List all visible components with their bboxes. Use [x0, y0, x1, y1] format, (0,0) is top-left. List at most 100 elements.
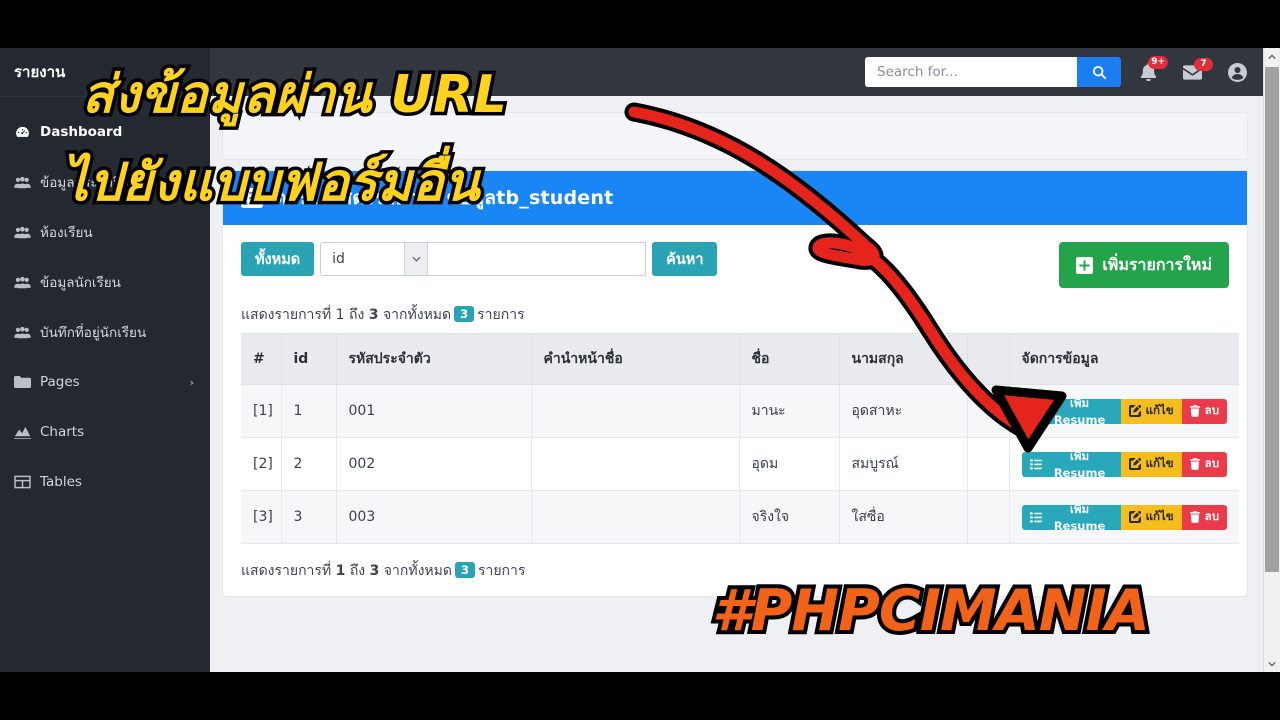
folder-icon — [14, 374, 31, 391]
add-resume-button[interactable]: เพิ่ม Resume — [1021, 449, 1121, 480]
add-new-button[interactable]: เพิ่มรายการใหม่ — [1059, 242, 1229, 288]
messages-badge: 7 — [1194, 57, 1213, 71]
letterbox-bottom — [0, 672, 1280, 720]
cell-spacer — [967, 437, 1010, 491]
trash-icon — [1189, 511, 1200, 523]
summary-top: แสดงรายการที่ 1 ถึง 3 จากทั้งหมด 3 รายการ — [241, 304, 1229, 326]
cell-no: [2] — [241, 437, 282, 491]
field-select[interactable]: id — [320, 242, 429, 276]
table-row: [2] 2 002 อุดม สมบูรณ์ เพิ่ม Resume แก้ไ… — [241, 437, 1239, 491]
sidebar-item-label: ห้องเรียน — [40, 225, 93, 241]
cell-lastname: อุดสาหะ — [839, 384, 968, 438]
cell-prefix — [531, 490, 740, 544]
summary-from: 1 — [335, 563, 346, 579]
sidebar-item-label: ข้อมูลประจำปีการศึกษา — [40, 175, 178, 191]
field-select-value: id — [332, 251, 345, 267]
sidebar-item-label: Charts — [40, 424, 85, 440]
summary-total-badge: 3 — [454, 306, 475, 322]
summary-to: 3 — [369, 563, 380, 579]
cell-spacer — [967, 490, 1010, 544]
search-icon — [1092, 65, 1107, 80]
edit-button[interactable]: แก้ไข — [1120, 504, 1182, 530]
users-icon — [14, 224, 31, 241]
delete-label: ลบ — [1204, 456, 1219, 470]
sidebar-item-dashboard[interactable]: Dashboard — [0, 107, 210, 157]
add-resume-label: เพิ่ม Resume — [1053, 449, 1106, 480]
table-head: # id รหัสประจำตัว คำนำหน้าชื่อ ชื่อ นามส… — [241, 333, 1239, 385]
keyword-input[interactable] — [428, 242, 647, 276]
cell-spacer — [967, 384, 1010, 438]
sidebar-item-charts[interactable]: Charts — [0, 407, 210, 457]
sidebar-brand[interactable]: รายงาน — [0, 48, 210, 97]
search-input[interactable] — [865, 57, 1077, 87]
add-resume-button[interactable]: เพิ่ม Resume — [1021, 396, 1121, 427]
table-row: [3] 3 003 จริงใจ ใสซื่อ เพิ่ม Resume แก้… — [241, 490, 1239, 544]
sidebar-item-pages[interactable]: Pages › — [0, 357, 210, 407]
delete-button[interactable]: ลบ — [1181, 451, 1227, 477]
cell-firstname: อุดม — [739, 437, 840, 491]
users-icon — [14, 174, 31, 191]
column-header-no[interactable]: # — [241, 333, 282, 385]
browser-page: รายงาน Dashboard ข้อมูลประจำปีการศึกษา ห… — [0, 48, 1280, 672]
sidebar-item-label: Pages — [40, 374, 80, 390]
summary-bottom: แสดงรายการที่ 1 ถึง 3 จากทั้งหมด 3 รายการ — [241, 560, 1229, 582]
edit-button[interactable]: แก้ไข — [1120, 451, 1182, 477]
sidebar-item-student-address[interactable]: บันทึกที่อยู่นักเรียน — [0, 307, 210, 357]
search-submit-button[interactable]: ค้นหา — [652, 242, 718, 276]
column-header-code[interactable]: รหัสประจำตัว — [336, 333, 532, 385]
screenshot-stage: รายงาน Dashboard ข้อมูลประจำปีการศึกษา ห… — [0, 0, 1280, 720]
card-header: ตารางแสดงรายการ ข้อมูลtb_student — [223, 171, 1247, 225]
scroll-up-arrow-icon[interactable] — [1264, 48, 1280, 65]
edit-label: แก้ไข — [1145, 403, 1174, 417]
letterbox-top — [0, 0, 1280, 48]
search-button[interactable] — [1077, 57, 1121, 87]
cell-actions: เพิ่ม Resume แก้ไข ลบ — [1009, 437, 1239, 491]
column-header-firstname[interactable]: ชื่อ — [739, 333, 840, 385]
sidebar-item-tables[interactable]: Tables — [0, 457, 210, 507]
search-group — [865, 57, 1121, 87]
breadcrumb — [222, 112, 1248, 160]
user-menu-button[interactable] — [1228, 62, 1247, 82]
column-header-prefix[interactable]: คำนำหน้าชื่อ — [531, 333, 740, 385]
messages-button[interactable]: 7 — [1183, 57, 1213, 80]
add-resume-button[interactable]: เพิ่ม Resume — [1021, 502, 1121, 533]
delete-label: ลบ — [1204, 509, 1219, 523]
cell-actions: เพิ่ม Resume แก้ไข ลบ — [1009, 384, 1239, 438]
plus-square-icon — [1076, 256, 1094, 274]
edit-button[interactable]: แก้ไข — [1120, 398, 1182, 424]
summary-to: 3 — [368, 307, 379, 323]
add-resume-label: เพิ่ม Resume — [1053, 396, 1106, 427]
notifications-button[interactable]: 9+ — [1140, 56, 1168, 81]
table-body: [1] 1 001 มานะ อุดสาหะ เพิ่ม Resume แก้ไ… — [241, 384, 1239, 544]
notifications-badge: 9+ — [1148, 56, 1168, 69]
search-input-group: id — [320, 242, 647, 276]
scrollbar-track[interactable] — [1264, 65, 1280, 655]
scroll-down-arrow-icon[interactable] — [1264, 655, 1280, 672]
chevron-down-icon — [404, 243, 428, 275]
sidebar-item-academic-year[interactable]: ข้อมูลประจำปีการศึกษา — [0, 157, 210, 207]
column-header-lastname[interactable]: นามสกุล — [839, 333, 968, 385]
table-row: [1] 1 001 มานะ อุดสาหะ เพิ่ม Resume แก้ไ… — [241, 384, 1239, 438]
cell-actions: เพิ่ม Resume แก้ไข ลบ — [1009, 490, 1239, 544]
summary-middle: ถึง — [349, 563, 366, 579]
row-action-group: เพิ่ม Resume แก้ไข ลบ — [1021, 449, 1227, 480]
chevron-right-icon: › — [189, 375, 194, 389]
card-title-prefix: ตารางแสดงรายการ ข้อมูล — [274, 187, 497, 209]
sidebar-item-student-data[interactable]: ข้อมูลนักเรียน — [0, 257, 210, 307]
list-icon — [1029, 458, 1042, 470]
delete-button[interactable]: ลบ — [1181, 398, 1227, 424]
summary-suffix: รายการ — [477, 563, 526, 579]
cell-lastname: สมบูรณ์ — [839, 437, 968, 491]
vertical-scrollbar[interactable] — [1263, 48, 1280, 672]
show-all-button[interactable]: ทั้งหมด — [241, 242, 315, 276]
summary-prefix: แสดงรายการที่ — [241, 307, 332, 323]
sidebar-item-classroom[interactable]: ห้องเรียน — [0, 207, 210, 257]
scrollbar-thumb[interactable] — [1265, 67, 1279, 572]
delete-button[interactable]: ลบ — [1181, 504, 1227, 530]
sidebar-brand-label: รายงาน — [14, 63, 66, 81]
column-header-id[interactable]: id — [281, 333, 337, 385]
cell-code: 002 — [336, 437, 532, 491]
card-title-table: tb_student — [496, 187, 614, 209]
dashboard-icon — [14, 124, 31, 141]
trash-icon — [1189, 458, 1200, 470]
